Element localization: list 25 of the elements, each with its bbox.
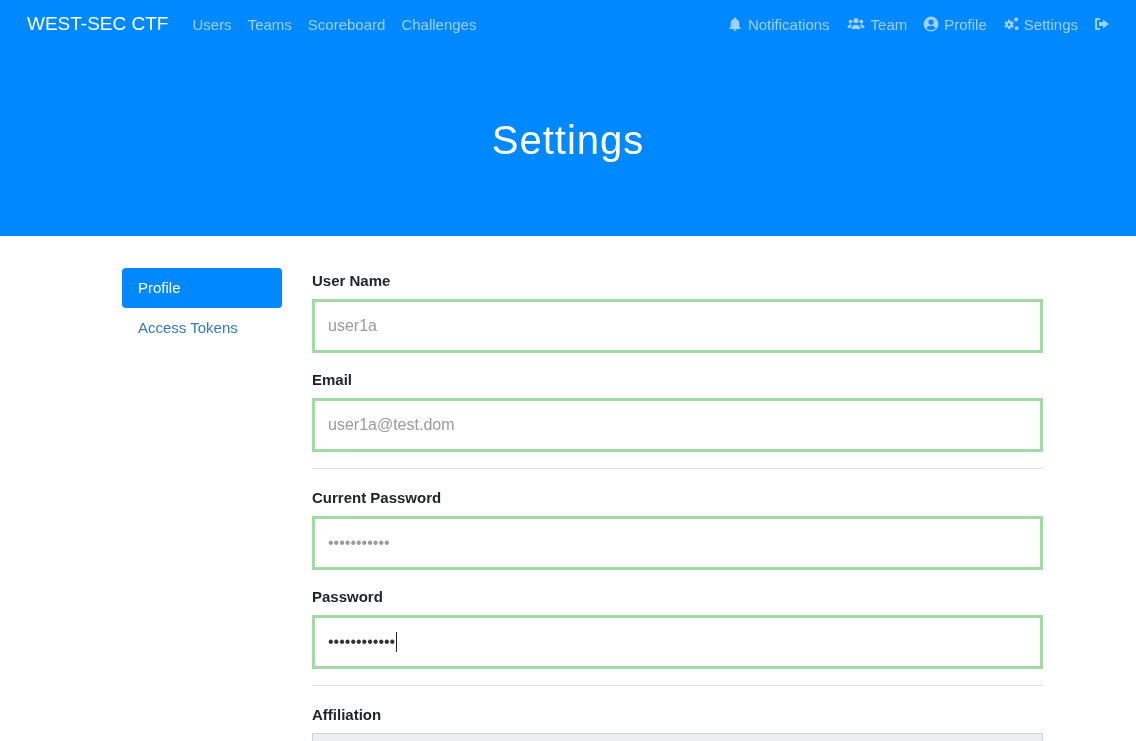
input-field[interactable]: user1a	[312, 299, 1043, 353]
field-label: Affiliation	[312, 706, 383, 723]
brand-link[interactable]: WEST-SEC CTF	[27, 13, 169, 35]
bell-icon	[726, 16, 743, 32]
gears-icon	[1002, 16, 1019, 32]
sidebar-item[interactable]: Profile	[122, 268, 282, 308]
logout-button[interactable]	[1094, 15, 1110, 33]
field-label: Current Password	[312, 489, 443, 506]
nav-link[interactable]: Challenges	[401, 15, 477, 33]
nav-link[interactable]: Teams	[247, 15, 292, 33]
nav-link[interactable]: Team	[845, 15, 908, 33]
input-field[interactable]: ••••••••••••	[312, 615, 1043, 669]
field-label: Email	[312, 371, 354, 388]
page-title: Settings	[491, 117, 645, 163]
sidebar-item[interactable]: Access Tokens	[122, 308, 282, 348]
field-label: Password	[312, 588, 384, 605]
input-field[interactable]: •••••••••••	[312, 516, 1043, 570]
nav-link[interactable]: Users	[192, 15, 232, 33]
nav-link[interactable]: Scoreboard	[307, 15, 386, 33]
nav-link[interactable]: Profile	[923, 15, 987, 33]
nav-link[interactable]: Settings	[1002, 15, 1078, 33]
nav-link[interactable]: Notifications	[726, 15, 830, 33]
users-icon	[845, 16, 866, 32]
input-field[interactable]: user1a@test.dom	[312, 398, 1043, 452]
field-label: User Name	[312, 272, 392, 289]
